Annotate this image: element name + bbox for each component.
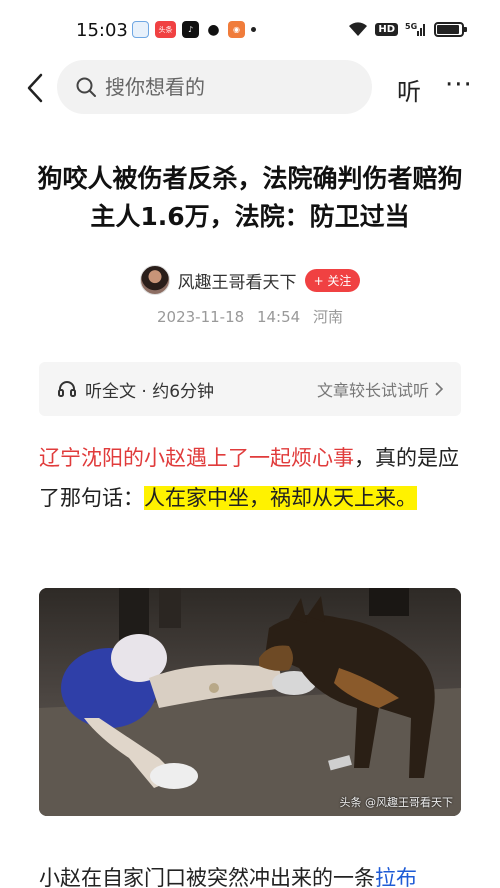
article-paragraph-1: 辽宁沈阳的小赵遇上了一起烦心事，真的是应了那句话：人在家中坐，祸却从天上来。 <box>39 438 463 518</box>
wifi-icon <box>349 22 368 36</box>
back-button[interactable] <box>20 68 50 108</box>
chevron-left-icon <box>27 73 43 103</box>
status-bar: 15:03 头条 ♪ ● ◉ HD 5G <box>0 0 500 62</box>
headphones-icon <box>58 381 76 397</box>
svg-text:5G: 5G <box>405 22 417 31</box>
orange-app-icon: ◉ <box>228 21 245 38</box>
follow-button[interactable]: + 关注 <box>304 268 361 292</box>
chevron-right-icon <box>435 382 443 396</box>
publish-location: 河南 <box>312 308 343 326</box>
author-row: 风趣王哥看天下 + 关注 <box>0 265 500 295</box>
listen-full-article-bar[interactable]: 听全文 · 约6分钟 文章较长试试听 <box>39 362 461 416</box>
search-input[interactable] <box>105 75 345 99</box>
notification-icons: 头条 ♪ ● ◉ <box>132 21 256 38</box>
listen-button[interactable]: 听 <box>397 72 421 107</box>
toutiao-app-icon: 头条 <box>155 21 176 38</box>
breed-link[interactable]: 拉布 <box>375 866 417 888</box>
more-button[interactable]: ··· <box>445 70 473 100</box>
hd-badge: HD <box>375 22 398 36</box>
search-box[interactable] <box>57 60 372 114</box>
top-nav: 听 ··· <box>0 60 500 116</box>
douyin-app-icon: ♪ <box>182 21 199 38</box>
status-time: 15:03 <box>76 20 128 41</box>
cellular-signal-icon: 5G <box>405 22 425 36</box>
listen-right: 文章较长试试听 <box>317 377 443 401</box>
publish-time: 14:54 <box>256 308 301 326</box>
listen-duration-label: 听全文 · 约6分钟 <box>85 381 215 402</box>
publish-date: 2023-11-18 <box>157 308 245 326</box>
system-icons: HD 5G <box>348 21 467 37</box>
article-image[interactable]: 头条 @风趣王哥看天下 <box>39 588 461 816</box>
listen-left: 听全文 · 约6分钟 <box>57 377 214 402</box>
dog-attack-photo <box>39 588 461 816</box>
battery-icon <box>434 21 467 37</box>
listen-hint-label: 文章较长试试听 <box>316 381 429 400</box>
paragraph-2-text: 小赵在自家门口被突然冲出来的一条 <box>39 866 375 888</box>
search-icon <box>76 77 96 97</box>
wechat-app-icon: ● <box>205 21 222 38</box>
paragraph-highlight: 人在家中坐，祸却从天上来。 <box>144 486 417 510</box>
paragraph-red-text: 辽宁沈阳的小赵遇上了一起烦心事 <box>39 446 354 470</box>
article-title: 狗咬人被伤者反杀，法院确判伤者赔狗主人1.6万，法院：防卫过当 <box>37 164 463 231</box>
image-watermark: 头条 @风趣王哥看天下 <box>339 796 454 809</box>
weibo-app-icon <box>132 21 149 38</box>
more-notifications-dot <box>251 27 256 32</box>
article-meta: 2023-11-18 14:54 河南 <box>0 306 500 327</box>
article-paragraph-2: 小赵在自家门口被突然冲出来的一条拉布 <box>39 858 463 888</box>
author-name[interactable]: 风趣王哥看天下 <box>178 268 297 293</box>
author-avatar[interactable] <box>139 265 170 295</box>
